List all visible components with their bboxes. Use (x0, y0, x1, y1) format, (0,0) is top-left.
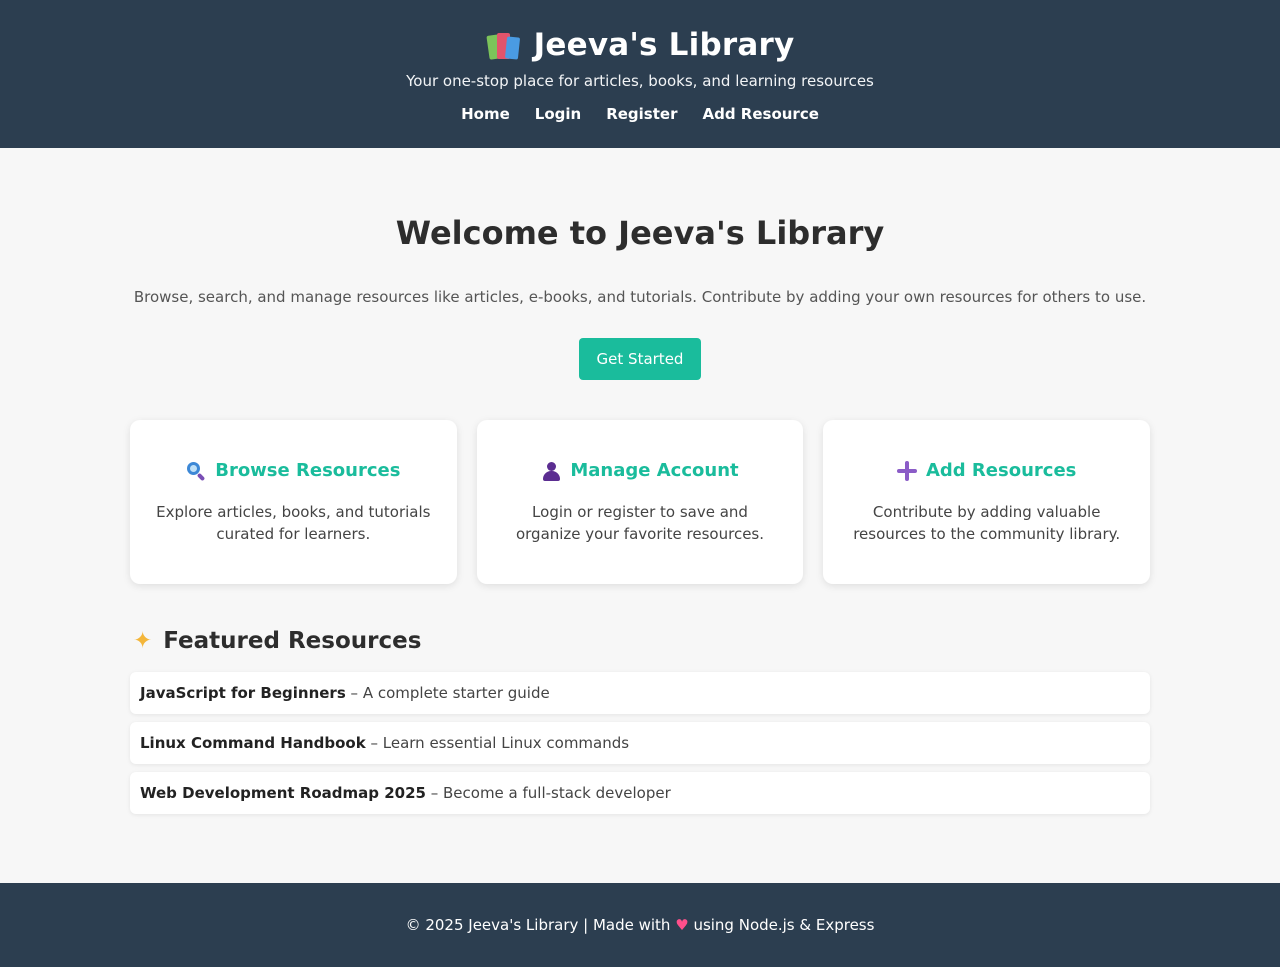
resource-item[interactable]: Web Development Roadmap 2025 – Become a … (130, 772, 1150, 814)
welcome-title: Welcome to Jeeva's Library (395, 214, 885, 252)
resource-description: A complete starter guide (362, 684, 550, 702)
magnifier-icon (186, 461, 206, 481)
heart-icon: ♥ (675, 916, 689, 934)
plus-icon (896, 460, 917, 481)
resource-list: JavaScript for Beginners – A complete st… (130, 672, 1150, 814)
get-started-button[interactable]: Get Started (579, 338, 701, 380)
resource-separator: – (425, 784, 443, 802)
resource-description: Learn essential Linux commands (382, 734, 630, 752)
site-title: Jeeva's Library (533, 27, 795, 63)
nav-login-link[interactable]: Login (535, 105, 581, 123)
resource-description: Become a full-stack developer (443, 784, 671, 802)
card-browse-resources: Browse Resources Explore articles, books… (130, 420, 457, 584)
resource-name: Web Development Roadmap 2025 (140, 784, 426, 802)
footer-tech: using Node.js & Express (688, 916, 875, 934)
resource-name: JavaScript for Beginners (140, 684, 346, 702)
card-description: Explore articles, books, and tutorials c… (156, 503, 431, 543)
resource-separator: – (365, 734, 383, 752)
resource-item[interactable]: Linux Command Handbook – Learn essential… (130, 722, 1150, 764)
card-title: Add Resources (925, 460, 1077, 481)
card-title: Manage Account (570, 460, 739, 481)
card-description: Contribute by adding valuable resources … (853, 503, 1121, 543)
sparkles-icon: ✦ (133, 627, 153, 654)
resource-separator: – (345, 684, 363, 702)
site-tagline: Your one-stop place for articles, books,… (406, 72, 874, 90)
card-manage-account: Manage Account Login or register to save… (476, 420, 804, 584)
main-content: Welcome to Jeeva's Library Browse, searc… (130, 214, 1151, 814)
user-icon (541, 461, 561, 481)
nav-home-link[interactable]: Home (461, 105, 510, 123)
resource-item[interactable]: JavaScript for Beginners – A complete st… (130, 672, 1150, 714)
site-footer: © 2025 Jeeva's Library | Made with ♥ usi… (0, 883, 1280, 967)
card-add-resources: Add Resources Contribute by adding valua… (823, 420, 1151, 584)
site-header: Jeeva's Library Your one-stop place for … (0, 0, 1280, 148)
card-title: Browse Resources (215, 460, 401, 481)
brand: Jeeva's Library (0, 24, 1280, 66)
nav-register-link[interactable]: Register (606, 105, 677, 123)
books-icon (486, 29, 520, 61)
featured-title: Featured Resources (163, 628, 422, 654)
nav-add-resource-link[interactable]: Add Resource (702, 105, 818, 123)
welcome-description: Browse, search, and manage resources lik… (133, 288, 1147, 306)
feature-cards: Browse Resources Explore articles, books… (130, 420, 1151, 584)
main-nav: Home Login Register Add Resource (0, 105, 1280, 123)
card-description: Login or register to save and organize y… (515, 503, 765, 543)
resource-name: Linux Command Handbook (140, 734, 366, 752)
featured-resources: ✦ Featured Resources JavaScript for Begi… (130, 628, 1150, 814)
footer-copyright: © 2025 Jeeva's Library | Made with (405, 916, 676, 934)
